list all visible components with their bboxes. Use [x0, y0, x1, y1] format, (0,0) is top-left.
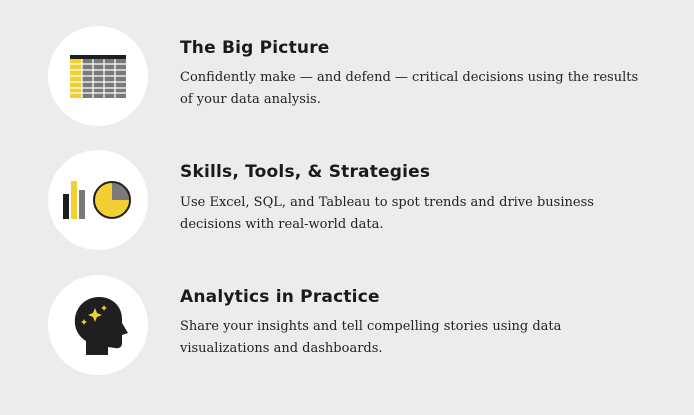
feature-skills-tools: Skills, Tools, & Strategies Use Excel, S…: [48, 150, 668, 250]
feature-description: Use Excel, SQL, and Tableau to spot tren…: [180, 195, 594, 232]
feature-description: Confidently make — and defend — critical…: [180, 70, 639, 107]
charts-icon: [48, 150, 148, 250]
head-insight-icon: [48, 275, 148, 375]
feature-title: Skills, Tools, & Strategies: [180, 162, 431, 182]
feature-analytics-practice: Analytics in Practice Share your insight…: [48, 275, 668, 375]
feature-description: Share your insights and tell compelling …: [180, 319, 562, 356]
feature-title: Analytics in Practice: [180, 287, 380, 307]
feature-title: The Big Picture: [180, 38, 330, 58]
feature-big-picture: The Big Picture Confidently make — and d…: [48, 26, 668, 126]
spreadsheet-icon: [48, 26, 148, 126]
